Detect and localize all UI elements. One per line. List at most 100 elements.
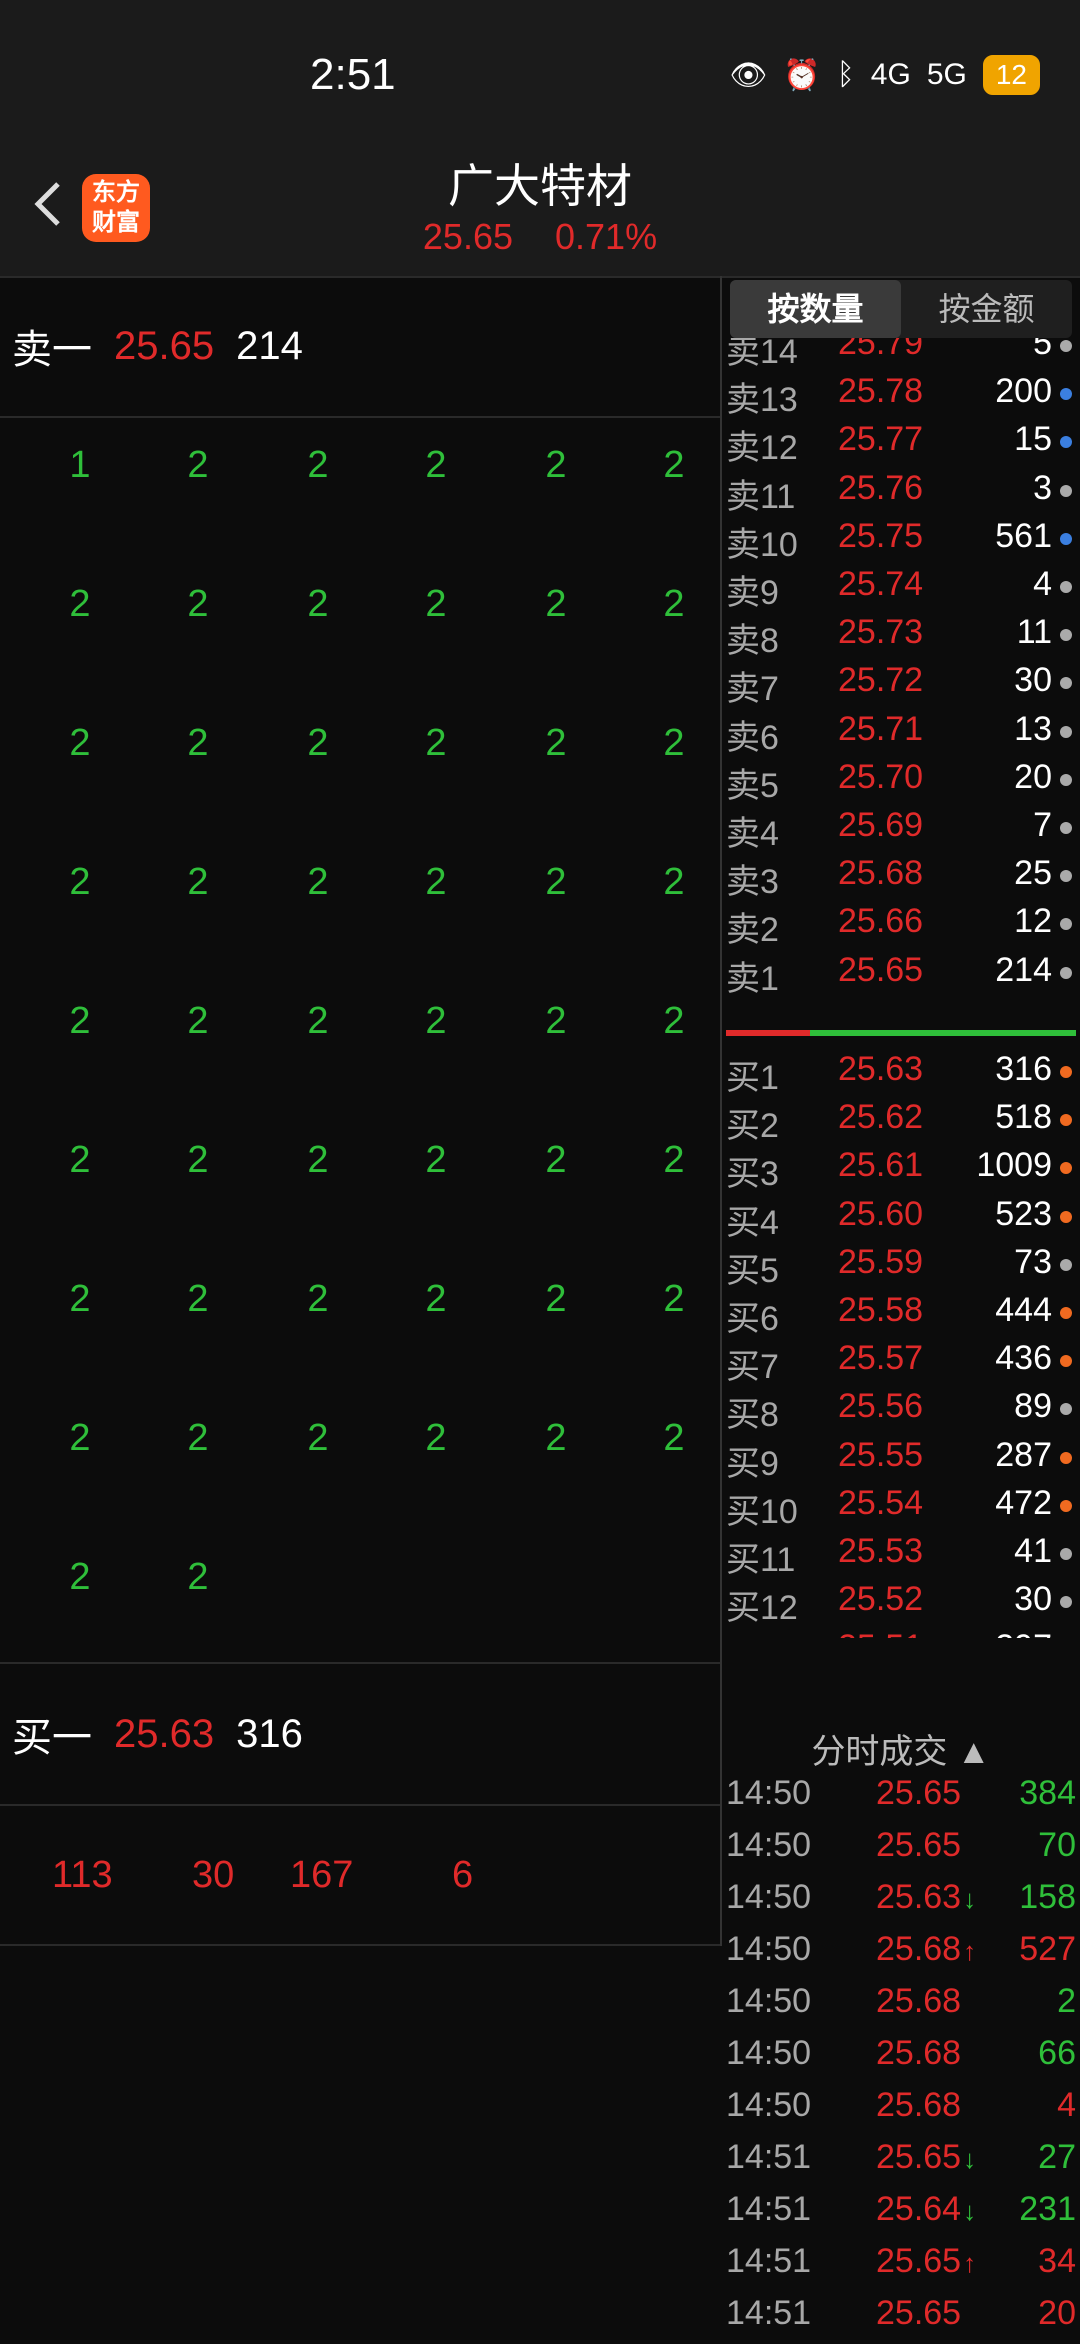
ask-row[interactable]: 卖8 25.73 11 <box>726 613 1076 661</box>
sell-queue-cell: 2 <box>663 583 685 625</box>
buy-one-qty: 316 <box>236 1711 303 1756</box>
sell-queue-cell: 2 <box>69 1139 91 1181</box>
sell-one-price: 25.65 <box>114 323 215 368</box>
order-dot-icon <box>1060 436 1072 449</box>
book-mode-toggle[interactable]: 按数量 按金额 <box>730 280 1072 338</box>
ask-row[interactable]: 卖2 25.66 12 <box>726 902 1076 950</box>
bid-row[interactable]: 买4 25.60 523 <box>726 1195 1076 1243</box>
order-dot-icon <box>1060 822 1072 834</box>
trade-row: 14:51 25.65↓ 27 <box>726 2138 1076 2176</box>
stock-price: 25.65 <box>422 216 513 257</box>
sell-queue-cell: 2 <box>425 1278 447 1320</box>
order-dot-icon <box>1060 388 1072 401</box>
ask-row[interactable]: 卖9 25.74 4 <box>726 565 1076 613</box>
ask-row[interactable]: 卖1 25.65 214 <box>726 951 1076 999</box>
sell-queue-cell: 2 <box>425 1417 447 1459</box>
trade-row: 14:50 25.68 4 <box>726 2086 1076 2124</box>
bid-row[interactable]: 买3 25.61 1009 <box>726 1146 1076 1194</box>
order-dot-icon <box>1060 870 1072 883</box>
order-book-panel: 按数量 按金额 卖14 25.79 5 卖13 25.78 200 卖12 25.77 15 卖1… <box>722 276 1080 2340</box>
sell-queue-cell: 2 <box>545 1417 567 1459</box>
eye-icon: 👁 <box>729 58 768 92</box>
sell-queue-cell: 2 <box>307 1417 329 1459</box>
sell-queue-cell: 2 <box>307 1000 329 1042</box>
buy-one-label: 买一 <box>12 1716 92 1760</box>
sell-queue-cell: 2 <box>545 1139 567 1181</box>
arrow-up-icon: ↑ <box>963 1936 977 1966</box>
sell-queue-cell: 2 <box>69 1556 91 1598</box>
sell-queue-cell: 2 <box>425 444 447 486</box>
bid-row[interactable]: 买10 25.54 472 <box>726 1484 1076 1532</box>
bid-row[interactable]: 买9 25.55 287 <box>726 1436 1076 1484</box>
sell-queue-cell: 2 <box>425 722 447 764</box>
ask-row[interactable]: 卖3 25.68 25 <box>726 854 1076 902</box>
tab-by-quantity[interactable]: 按数量 <box>730 280 901 338</box>
ask-row[interactable]: 卖11 25.76 3 <box>726 469 1076 517</box>
ask-row[interactable]: 卖7 25.72 30 <box>726 661 1076 709</box>
trade-row: 14:50 25.68↑ 527 <box>726 1930 1076 1968</box>
buy-queue-row: 113 30 167 6 <box>0 1804 720 1946</box>
sell-queue-cell: 2 <box>663 1278 685 1320</box>
sell-queue-cell: 2 <box>425 583 447 625</box>
sell-queue-cell: 2 <box>663 861 685 903</box>
book-divider <box>726 1030 1076 1036</box>
ask-row[interactable]: 卖12 25.77 15 <box>726 420 1076 468</box>
sell-queue-cell: 2 <box>545 1000 567 1042</box>
network-4g-label: 4G <box>870 58 911 91</box>
sell-one-qty: 214 <box>236 323 303 368</box>
order-dot-icon <box>1060 1451 1072 1464</box>
trades-title[interactable]: 分时成交 ▲ <box>722 1724 1080 1773</box>
buy-one-price: 25.63 <box>114 1711 215 1756</box>
trade-row: 14:50 25.68 66 <box>726 2034 1076 2072</box>
sell-queue-cell: 2 <box>663 444 685 486</box>
buy-queue-cell: 113 <box>52 1854 113 1896</box>
order-dot-icon <box>1060 1355 1072 1368</box>
tab-by-amount[interactable]: 按金额 <box>901 280 1072 338</box>
order-dot-icon <box>1060 340 1072 352</box>
sell-queue-cell: 2 <box>187 1139 209 1181</box>
ask-row[interactable]: 卖6 25.71 13 <box>726 710 1076 758</box>
bid-row[interactable]: 买2 25.62 518 <box>726 1098 1076 1146</box>
trade-row: 14:51 25.64↓ 231 <box>726 2190 1076 2228</box>
order-dot-icon <box>1060 1066 1072 1078</box>
bid-row[interactable]: 买7 25.57 436 <box>726 1339 1076 1387</box>
sell-queue-cell: 2 <box>69 1278 91 1320</box>
sell-queue-cell: 2 <box>307 1278 329 1320</box>
trade-row: 14:50 25.65 70 <box>726 1826 1076 1864</box>
ask-row[interactable]: 卖14 25.79 5 <box>726 338 1076 372</box>
bid-row[interactable]: 买12 25.52 30 <box>726 1580 1076 1628</box>
bid-row[interactable]: 买1 25.63 316 <box>726 1050 1076 1098</box>
bid-row[interactable]: 买11 25.53 41 <box>726 1532 1076 1580</box>
bid-row[interactable]: 买1325.51297 <box>726 1628 1076 1638</box>
sell-queue-grid: 1 2 2 2 2 2 2 2 2 2 2 2 2 2 2 2 2 2 2 2 2 2 2 2 2 2 2 2 2 2 2 2 2 2 2 2 2 2 2 2… <box>0 416 720 1662</box>
order-dot-icon <box>1060 1307 1072 1319</box>
sell-queue-cell: 2 <box>187 1417 209 1459</box>
bid-row[interactable]: 买6 25.58 444 <box>726 1291 1076 1339</box>
sell-one-label: 卖一 <box>12 328 92 372</box>
sell-queue-cell: 2 <box>663 1417 685 1459</box>
sell-queue-cell: 2 <box>307 583 329 625</box>
stock-change: 0.71% <box>555 216 658 257</box>
sell-queue-cell: 2 <box>69 1417 91 1459</box>
ask-row[interactable]: 卖10 25.75 561 <box>726 517 1076 565</box>
ask-row[interactable]: 卖5 25.70 20 <box>726 758 1076 806</box>
trade-row: 14:50 25.65 384 <box>726 1774 1076 1812</box>
trade-row: 14:51 25.65 20 <box>726 2294 1076 2332</box>
bid-row[interactable]: 买5 25.59 73 <box>726 1243 1076 1291</box>
sell-queue-cell: 1 <box>69 444 91 486</box>
sell-queue-cell: 2 <box>307 1139 329 1181</box>
status-time: 2:51 <box>310 50 396 99</box>
stock-header: 东方 财富 广大特材 25.65 0.71% <box>0 140 1080 278</box>
sell-queue-cell: 2 <box>187 861 209 903</box>
ask-row[interactable]: 卖13 25.78 200 <box>726 372 1076 420</box>
trade-row: 14:50 25.63↓ 158 <box>726 1878 1076 1916</box>
buy-queue-cell: 30 <box>192 1854 235 1896</box>
sell-queue-cell: 2 <box>425 1139 447 1181</box>
ask-row[interactable]: 卖4 25.69 7 <box>726 806 1076 854</box>
sell-queue-cell: 2 <box>545 1278 567 1320</box>
sell-queue-cell: 2 <box>307 722 329 764</box>
sell-queue-cell: 2 <box>307 444 329 486</box>
sell-queue-cell: 2 <box>663 1000 685 1042</box>
order-dot-icon <box>1060 1596 1072 1609</box>
bid-row[interactable]: 买8 25.56 89 <box>726 1387 1076 1435</box>
